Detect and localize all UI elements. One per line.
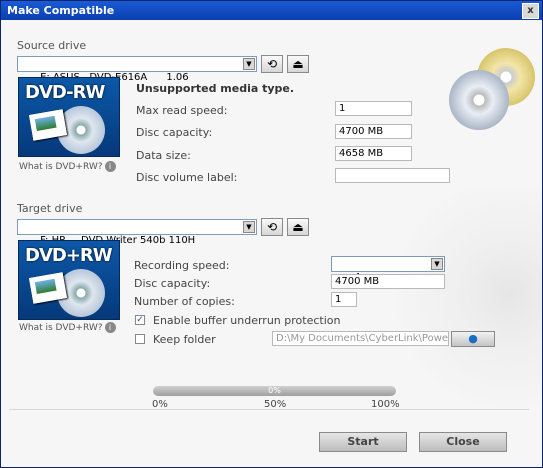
volume-label-label: Disc volume label: <box>136 171 238 184</box>
source-capacity-field: 4700 MB <box>335 124 412 139</box>
data-size-label: Data size: <box>136 149 191 162</box>
source-drive-label: Source drive <box>17 39 87 52</box>
target-help-text: What is DVD+RW? <box>19 323 103 333</box>
target-media-label: DVD+RW <box>25 245 113 266</box>
target-drive-label: Target drive <box>17 202 83 215</box>
buffer-label: Enable buffer underrun protection <box>153 314 341 327</box>
background-decoration <box>382 190 542 450</box>
keep-folder-label: Keep folder <box>153 333 216 346</box>
cd-illustration-icon <box>447 48 542 138</box>
keep-folder-checkbox[interactable] <box>135 334 145 344</box>
keep-folder-path: D:\My Documents\CyberLink\PowerP <box>272 331 449 346</box>
footer-separator <box>9 409 529 410</box>
max-read-speed-label: Max read speed: <box>136 104 228 117</box>
data-size-field: 4658 MB <box>335 146 412 161</box>
source-status-text: Unsupported media type. <box>136 82 295 95</box>
source-eject-button[interactable]: ⏏ <box>287 55 309 73</box>
source-refresh-button[interactable]: ⟲ <box>261 55 283 73</box>
chevron-down-icon[interactable]: ▼ <box>431 258 443 270</box>
source-help-text: What is DVD+RW? <box>19 162 103 172</box>
window-title: Make Compatible <box>7 4 115 17</box>
target-eject-button[interactable]: ⏏ <box>287 218 309 236</box>
eject-icon: ⏏ <box>292 220 304 234</box>
copies-label: Number of copies: <box>134 295 235 308</box>
chevron-down-icon[interactable]: ▼ <box>243 58 255 70</box>
target-refresh-button[interactable]: ⟲ <box>261 218 283 236</box>
source-drive-select[interactable]: E: ASUS DVD-E616A 1.06 ▼ <box>17 56 257 83</box>
target-drive-select[interactable]: F: HP DVD Writer 540b 110H ▼ <box>17 219 257 246</box>
refresh-icon: ⟲ <box>266 220 278 234</box>
copies-input[interactable]: 1 <box>331 292 357 307</box>
volume-label-field <box>335 168 450 183</box>
refresh-icon: ⟲ <box>266 57 278 71</box>
help-icon: i <box>104 322 116 333</box>
chevron-down-icon[interactable]: ▼ <box>243 221 255 233</box>
buffer-checkbox[interactable]: ✓ <box>135 315 145 325</box>
close-button[interactable]: Close <box>419 432 507 452</box>
source-help-link[interactable]: What is DVD+RW? i <box>19 161 116 172</box>
target-capacity-label: Disc capacity: <box>134 277 211 290</box>
target-media-image: DVD+RW <box>18 240 120 320</box>
max-read-speed-field: 1 <box>335 101 412 116</box>
source-capacity-label: Disc capacity: <box>136 126 213 139</box>
target-help-link[interactable]: What is DVD+RW? i <box>19 322 116 333</box>
source-media-label: DVD-RW <box>25 82 105 103</box>
recording-speed-label: Recording speed: <box>134 259 230 272</box>
progress-bar: 0% <box>153 386 396 396</box>
browse-icon: ● <box>468 332 478 345</box>
close-icon[interactable]: x <box>522 3 539 19</box>
dialog-body: Source drive E: ASUS DVD-E616A 1.06 ▼ ⟲ … <box>1 20 542 467</box>
start-button[interactable]: Start <box>319 432 407 452</box>
browse-button[interactable]: ● <box>451 331 495 347</box>
source-media-image: DVD-RW <box>18 77 120 157</box>
recording-speed-select[interactable]: 4 ▼ <box>331 256 445 283</box>
make-compatible-window: Make Compatible x Source drive E: ASUS D… <box>0 0 543 468</box>
eject-icon: ⏏ <box>292 57 304 71</box>
target-capacity-field: 4700 MB <box>331 274 445 289</box>
title-bar: Make Compatible x <box>1 1 542 20</box>
help-icon: i <box>104 161 116 172</box>
